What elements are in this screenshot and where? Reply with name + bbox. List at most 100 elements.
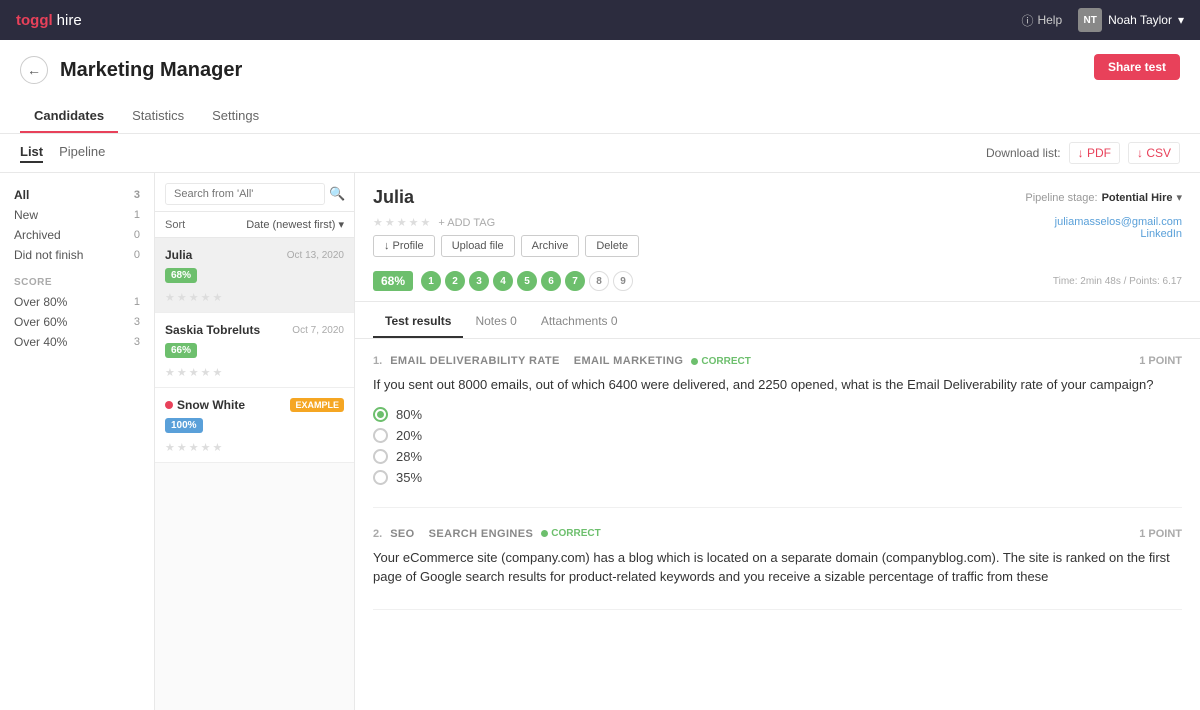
question-dot-2[interactable]: 2 (445, 271, 465, 291)
score-section-header: SCORE (14, 277, 140, 288)
overall-score-badge: 68% (373, 271, 413, 291)
score-filters: Over 80% 1 Over 60% 3 Over 40% 3 (14, 292, 140, 352)
search-input[interactable] (165, 183, 325, 205)
star-2: ★ (177, 441, 187, 454)
sort-dropdown[interactable]: Date (newest first) ▾ (246, 218, 344, 231)
question-dots: 1 2 3 4 5 6 7 8 9 (421, 271, 633, 291)
user-avatar: NT (1078, 8, 1102, 32)
detail-tabs: Test results Notes 0 Attachments 0 (355, 306, 1200, 339)
question-dot-1[interactable]: 1 (421, 271, 441, 291)
candidate-score: 68% (165, 268, 197, 283)
page-title: Marketing Manager (60, 59, 242, 82)
answer-option-1: 80% (373, 407, 1182, 422)
candidate-name: Saskia Tobreluts (165, 323, 260, 337)
question-number: 1. (373, 355, 382, 367)
csv-download-button[interactable]: ↓ CSV (1128, 142, 1180, 164)
candidate-name: Snow White (177, 398, 245, 412)
logo-hire: hire (57, 12, 82, 29)
tab-candidates[interactable]: Candidates (20, 100, 118, 133)
question-dot-9[interactable]: 9 (613, 271, 633, 291)
email-link[interactable]: juliamasselos@gmail.com (1055, 216, 1182, 228)
tab-attachments[interactable]: Attachments 0 (529, 306, 630, 338)
tab-notes[interactable]: Notes 0 (463, 306, 528, 338)
star-1: ★ (165, 291, 175, 304)
question-dot-8[interactable]: 8 (589, 271, 609, 291)
filter-over-40[interactable]: Over 40% 3 (14, 332, 140, 352)
tab-statistics[interactable]: Statistics (118, 100, 198, 133)
status-filters: All 3 New 1 Archived 0 Did not finish 0 (14, 185, 140, 265)
chevron-down-icon: ▾ (338, 218, 344, 231)
correct-dot-icon (541, 530, 548, 537)
view-tab-pipeline[interactable]: Pipeline (59, 144, 105, 163)
star-2: ★ (177, 291, 187, 304)
question-text-1: If you sent out 8000 emails, out of whic… (373, 375, 1182, 395)
app-logo: toggl hire (16, 12, 82, 29)
question-dot-7[interactable]: 7 (565, 271, 585, 291)
red-dot-icon (165, 401, 173, 409)
question-text-2: Your eCommerce site (company.com) has a … (373, 548, 1182, 587)
candidate-name: Julia (165, 248, 192, 262)
filter-did-not-finish[interactable]: Did not finish 0 (14, 245, 140, 265)
question-number: 2. (373, 528, 382, 540)
question-dot-5[interactable]: 5 (517, 271, 537, 291)
filter-archived[interactable]: Archived 0 (14, 225, 140, 245)
user-menu[interactable]: NT Noah Taylor ▾ (1078, 8, 1184, 32)
filter-all[interactable]: All 3 (14, 185, 140, 205)
question-subcategory: SEARCH ENGINES (429, 528, 534, 540)
candidate-stars: ★ ★ ★ ★ ★ (165, 366, 344, 379)
star-3: ★ (189, 441, 199, 454)
question-block-2: 2. SEO SEARCH ENGINES CORRECT 1 POINT Yo… (373, 528, 1182, 610)
search-row: 🔍 (155, 173, 354, 212)
candidate-stars: ★ ★ ★ ★ ★ (165, 291, 344, 304)
question-block-1: 1. EMAIL DELIVERABILITY RATE EMAIL MARKE… (373, 355, 1182, 508)
filter-new[interactable]: New 1 (14, 205, 140, 225)
question-dot-6[interactable]: 6 (541, 271, 561, 291)
back-icon: ← (27, 62, 41, 78)
detail-candidate-name: Julia (373, 187, 414, 208)
archive-button[interactable]: Archive (521, 235, 580, 257)
star-3: ★ (189, 291, 199, 304)
download-label: Download list: (986, 146, 1061, 160)
help-icon: ⓘ (1021, 12, 1033, 29)
candidates-list: Julia Oct 13, 2020 68% ★ ★ ★ ★ ★ Saskia … (155, 238, 354, 710)
search-icon[interactable]: 🔍 (329, 186, 345, 202)
filter-over-60[interactable]: Over 60% 3 (14, 312, 140, 332)
star-1: ★ (165, 366, 175, 379)
answer-option-4: 35% (373, 470, 1182, 485)
candidate-snow-white[interactable]: Snow White EXAMPLE 100% ★ ★ ★ ★ ★ (155, 388, 354, 463)
add-tag-button[interactable]: + ADD TAG (438, 217, 495, 229)
profile-button[interactable]: ↓ Profile (373, 235, 435, 257)
filter-over-80[interactable]: Over 80% 1 (14, 292, 140, 312)
tab-test-results[interactable]: Test results (373, 306, 463, 338)
points-label: 1 POINT (1139, 355, 1182, 367)
question-category: EMAIL DELIVERABILITY RATE (390, 355, 560, 367)
top-nav-right: ⓘ Help NT Noah Taylor ▾ (1021, 8, 1184, 32)
linkedin-link[interactable]: LinkedIn (1055, 228, 1182, 240)
detail-header: Julia Pipeline stage: Potential Hire ▾ ★… (355, 173, 1200, 302)
question-dot-3[interactable]: 3 (469, 271, 489, 291)
delete-button[interactable]: Delete (585, 235, 639, 257)
candidate-list-panel: 🔍 Sort Date (newest first) ▾ Julia Oct 1… (155, 173, 355, 710)
detail-actions: ↓ Profile Upload file Archive Delete (373, 235, 639, 257)
question-header-1: 1. EMAIL DELIVERABILITY RATE EMAIL MARKE… (373, 355, 1182, 367)
pdf-download-button[interactable]: ↓ PDF (1069, 142, 1120, 164)
candidate-saskia[interactable]: Saskia Tobreluts Oct 7, 2020 66% ★ ★ ★ ★… (155, 313, 354, 388)
radio-unselected (373, 428, 388, 443)
back-button[interactable]: ← (20, 56, 48, 84)
candidate-stars: ★ ★ ★ ★ ★ (165, 441, 344, 454)
left-sidebar: All 3 New 1 Archived 0 Did not finish 0 … (0, 173, 155, 710)
view-tab-list[interactable]: List (20, 144, 43, 163)
question-dot-4[interactable]: 4 (493, 271, 513, 291)
tab-settings[interactable]: Settings (198, 100, 273, 133)
pipeline-stage: Pipeline stage: Potential Hire ▾ (1025, 191, 1182, 204)
candidate-score: 100% (165, 418, 203, 433)
pipeline-stage-label: Pipeline stage: (1025, 192, 1097, 204)
help-label: Help (1037, 13, 1062, 27)
upload-file-button[interactable]: Upload file (441, 235, 515, 257)
star-4: ★ (201, 291, 211, 304)
radio-unselected (373, 470, 388, 485)
candidate-julia[interactable]: Julia Oct 13, 2020 68% ★ ★ ★ ★ ★ (155, 238, 354, 313)
correct-badge: CORRECT (691, 356, 750, 367)
help-button[interactable]: ⓘ Help (1021, 12, 1062, 29)
share-test-button[interactable]: Share test (1094, 54, 1180, 80)
